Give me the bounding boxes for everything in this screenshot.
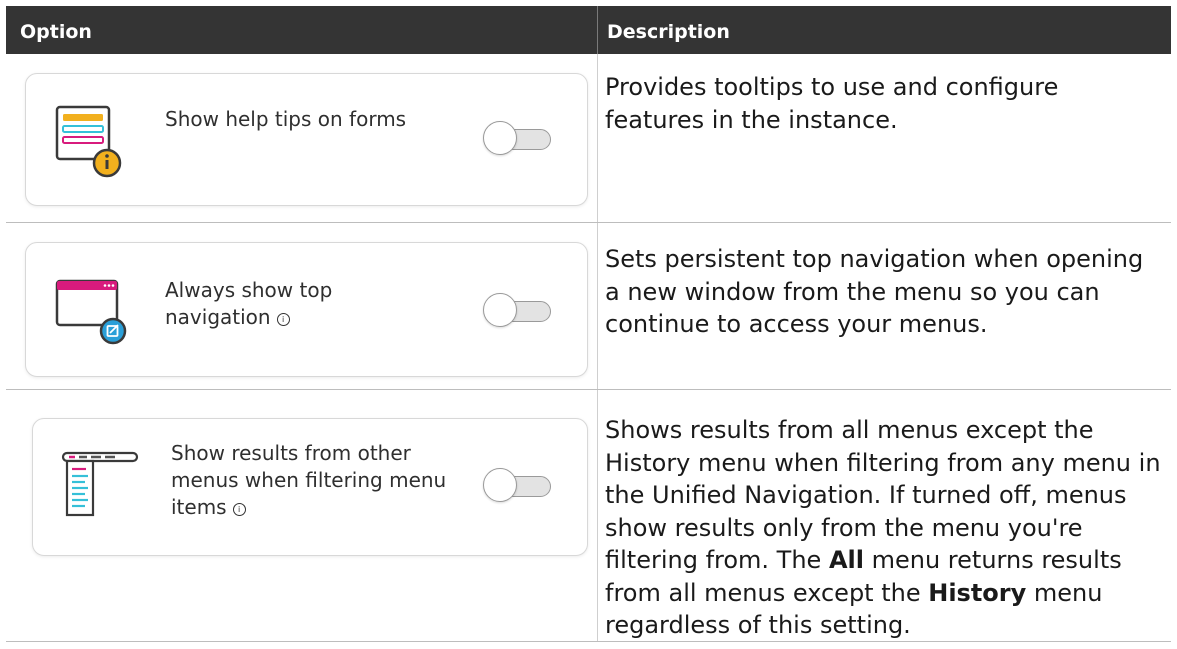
option-card-filter-results: Show results from other menus when filte… [32,418,588,556]
toggle-knob [483,121,517,155]
option-card-top-navigation: Always show top navigation i [25,242,588,377]
window-navigation-icon [55,279,127,352]
description-text: Sets persistent top navigation when open… [605,245,1144,338]
row-divider [6,641,1171,642]
toggle-knob [483,468,517,502]
description-bold-history: History [928,578,1027,607]
top-navigation-toggle[interactable] [483,293,555,327]
info-icon[interactable]: i [232,503,246,516]
option-label: Show help tips on forms [165,107,407,131]
column-divider [597,390,598,642]
description-bold-all: All [828,546,864,574]
column-divider [597,54,598,223]
table-row: Show help tips on forms Provides tooltip… [6,54,1171,223]
toggle-knob [483,293,517,327]
description-text: Provides tooltips to use and configure f… [605,73,1059,134]
option-label-text: Show results from other menus when filte… [171,441,447,519]
table-row: Show results from other menus when filte… [6,390,1171,642]
option-card-help-tips: Show help tips on forms [25,73,588,206]
column-divider [597,223,598,390]
form-help-icon [55,105,123,184]
help-tips-toggle[interactable] [483,121,555,155]
info-icon[interactable]: i [276,313,290,326]
filter-results-toggle[interactable] [483,468,555,502]
header-divider [597,6,598,54]
menu-list-icon [61,449,141,524]
description-text: Shows results from all menus except the … [605,414,1165,642]
table-header: Option Description [6,6,1171,54]
table-row: Always show top navigation i Sets persist… [6,223,1171,390]
option-label: Show results from other menus when filte… [171,440,461,521]
settings-table: Option Description Show help tips on for… [6,6,1171,642]
column-header-description: Description [607,21,730,43]
option-label: Always show top navigation i [165,277,415,331]
column-header-option: Option [20,21,92,43]
option-label-text: Always show top navigation [165,278,333,329]
